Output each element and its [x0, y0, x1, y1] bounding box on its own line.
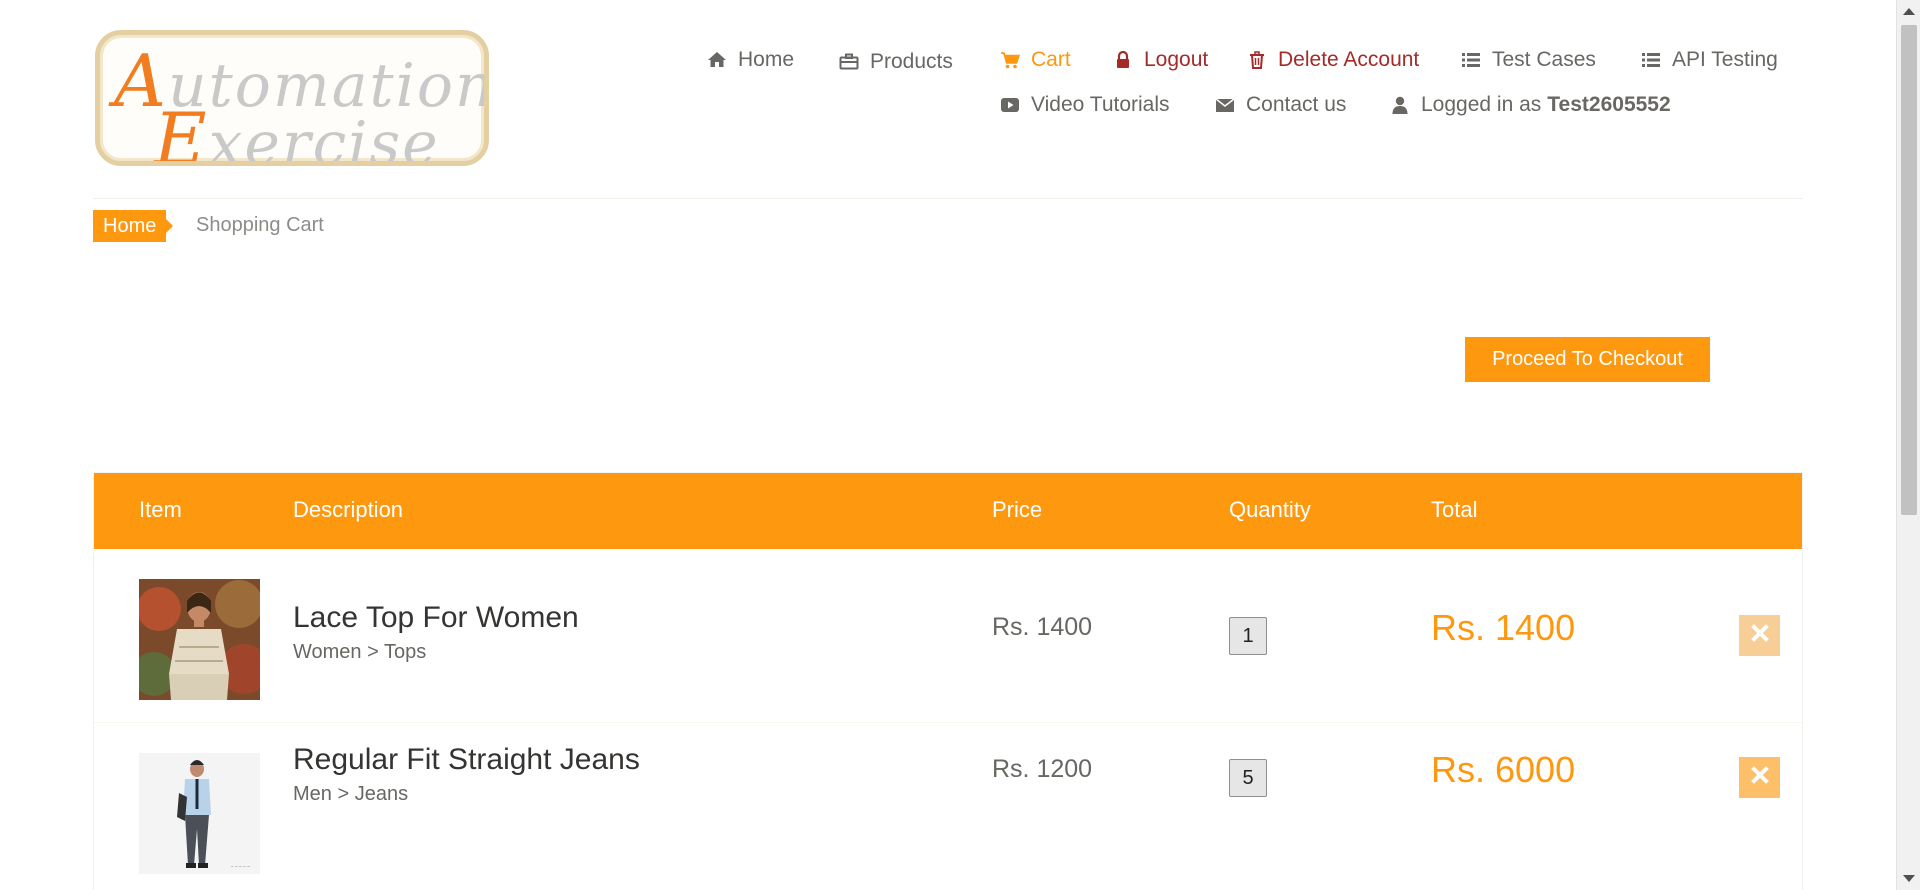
svg-text:_ _ _ _ _: _ _ _ _ _	[230, 861, 250, 867]
close-icon	[1750, 766, 1769, 789]
nav-video-tutorials-label: Video Tutorials	[1031, 93, 1170, 116]
nav-test-cases-label: Test Cases	[1492, 48, 1596, 71]
logo-line-2: Exercise	[154, 97, 440, 166]
product-category: Men > Jeans	[293, 783, 409, 805]
product-image[interactable]: _ _ _ _ _	[139, 753, 260, 874]
nav-home[interactable]: Home	[706, 48, 794, 72]
breadcrumb-home[interactable]: Home	[93, 210, 174, 242]
nav-products-label: Products	[870, 50, 953, 73]
cart-table: Item Description Price Quantity Total La…	[93, 472, 1803, 890]
product-category: Women > Tops	[293, 641, 427, 663]
header-quantity: Quantity	[1229, 497, 1311, 522]
trash-icon	[1246, 49, 1268, 71]
header-total: Total	[1431, 497, 1478, 522]
cart-table-header: Item Description Price Quantity Total	[94, 473, 1802, 549]
logged-in-prefix: Logged in as	[1421, 93, 1542, 116]
nav-api-testing-label: API Testing	[1672, 48, 1778, 71]
vertical-scrollbar[interactable]	[1896, 0, 1920, 890]
header-description: Description	[293, 497, 404, 522]
envelope-icon	[1214, 94, 1236, 116]
proceed-to-checkout-button[interactable]: Proceed To Checkout	[1465, 337, 1710, 382]
nav-contact-us[interactable]: Contact us	[1214, 93, 1346, 117]
nav-products[interactable]: Products	[838, 50, 953, 74]
nav-api-testing[interactable]: API Testing	[1640, 48, 1778, 72]
user-icon	[1389, 94, 1411, 116]
home-icon	[706, 49, 728, 71]
nav-home-label: Home	[738, 48, 795, 71]
table-row: _ _ _ _ _ Regular Fit Straight Jeans Men…	[94, 723, 1802, 890]
nav-video-tutorials[interactable]: Video Tutorials	[999, 93, 1170, 117]
nav-contact-us-label: Contact us	[1246, 93, 1347, 116]
nav-cart[interactable]: Cart	[999, 48, 1071, 72]
product-name[interactable]: Regular Fit Straight Jeans	[293, 743, 640, 777]
breadcrumb-current: Shopping Cart	[196, 214, 324, 236]
product-price: Rs. 1400	[992, 613, 1093, 641]
close-icon	[1750, 624, 1769, 647]
nav-delete-account[interactable]: Delete Account	[1246, 48, 1419, 72]
header-price: Price	[992, 497, 1043, 522]
site-logo[interactable]: Automation Exercise	[95, 30, 489, 166]
scrollbar-thumb[interactable]	[1901, 25, 1917, 515]
product-image[interactable]	[139, 579, 260, 700]
briefcase-icon	[838, 51, 860, 73]
nav-delete-account-label: Delete Account	[1278, 48, 1420, 71]
remove-item-button[interactable]	[1739, 615, 1780, 656]
logged-in-username: Test2605552	[1547, 93, 1671, 116]
remove-item-button[interactable]	[1739, 757, 1780, 798]
header-item: Item	[139, 497, 182, 522]
cart-icon	[999, 49, 1021, 71]
lock-icon	[1112, 49, 1134, 71]
header-divider	[93, 198, 1803, 199]
nav-logout-label: Logout	[1144, 48, 1209, 71]
product-quantity: 5	[1229, 759, 1267, 797]
product-name[interactable]: Lace Top For Women	[293, 601, 579, 635]
scroll-up-arrow[interactable]	[1903, 8, 1915, 15]
product-total: Rs. 1400	[1431, 607, 1576, 648]
product-total: Rs. 6000	[1431, 749, 1576, 790]
table-row: Lace Top For Women Women > Tops Rs. 1400…	[94, 549, 1802, 723]
scroll-down-arrow[interactable]	[1903, 875, 1915, 882]
list-icon	[1460, 49, 1482, 71]
product-quantity: 1	[1229, 617, 1267, 655]
product-price: Rs. 1200	[992, 755, 1093, 783]
nav-test-cases[interactable]: Test Cases	[1460, 48, 1596, 72]
video-icon	[999, 94, 1021, 116]
logged-in-status: Logged in as Test2605552	[1389, 93, 1671, 117]
nav-cart-label: Cart	[1031, 48, 1071, 71]
list-icon	[1640, 49, 1662, 71]
nav-logout[interactable]: Logout	[1112, 48, 1208, 72]
